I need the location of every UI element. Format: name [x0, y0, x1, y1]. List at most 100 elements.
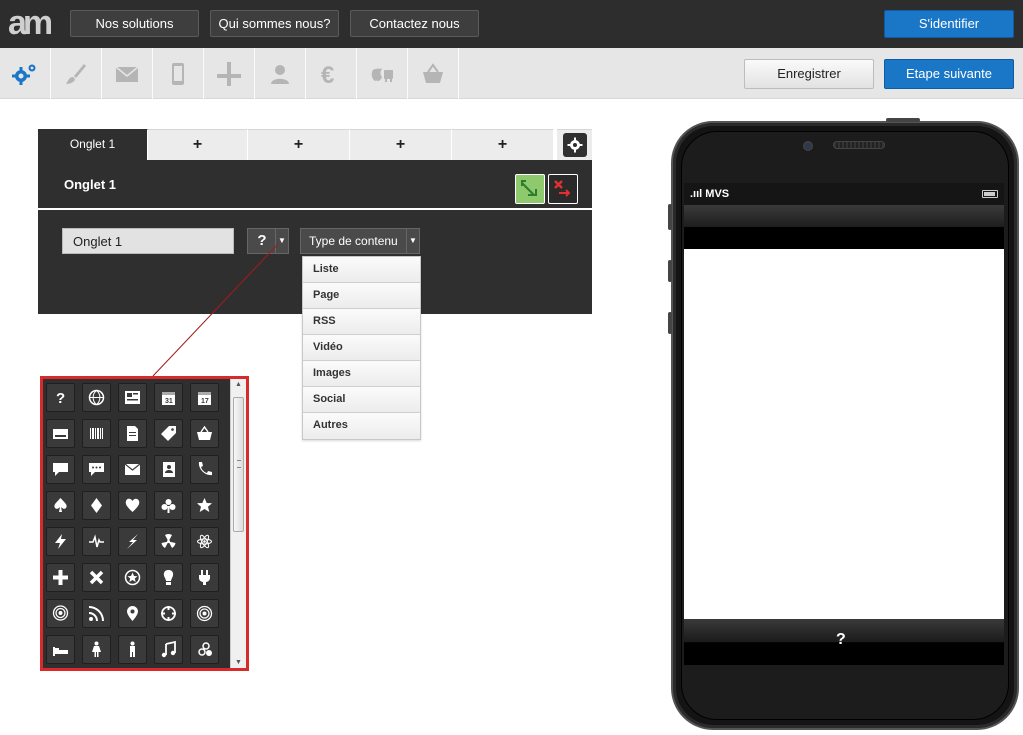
diamond-icon[interactable]: [82, 491, 111, 520]
svg-text:€: €: [321, 62, 334, 87]
star-circle-icon[interactable]: [118, 563, 147, 592]
menu-item-images[interactable]: Images: [303, 361, 420, 387]
bullseye-icon[interactable]: [190, 599, 219, 628]
man-icon[interactable]: [118, 635, 147, 664]
tab-editor-title: Onglet 1: [64, 177, 117, 192]
nav-about-button[interactable]: Qui sommes nous?: [210, 10, 339, 37]
battery-icon: [982, 190, 998, 198]
basket-icon[interactable]: [190, 419, 219, 448]
scroll-up-icon[interactable]: ▲: [235, 381, 242, 388]
radiation-icon[interactable]: [154, 527, 183, 556]
club-icon[interactable]: [154, 491, 183, 520]
heart-icon[interactable]: [118, 491, 147, 520]
phone-tab-bar: ?: [684, 619, 1004, 665]
menu-item-rss[interactable]: RSS: [303, 309, 420, 335]
content-type-menu: Liste Page RSS Vidéo Images Social Autre…: [302, 256, 421, 440]
woman-icon[interactable]: [82, 635, 111, 664]
bolt-icon[interactable]: [118, 527, 147, 556]
bulb-icon[interactable]: [154, 563, 183, 592]
question-icon[interactable]: ?: [836, 631, 846, 649]
pulse-icon[interactable]: [82, 527, 111, 556]
user-icon[interactable]: [255, 48, 306, 99]
calendar-17-icon[interactable]: 17: [190, 383, 219, 412]
icon-grid-scrollbar[interactable]: ▲ ▼: [230, 379, 246, 668]
tab-editor-header: Onglet 1: [38, 160, 592, 208]
globe-icon[interactable]: [82, 383, 111, 412]
tab-settings-button[interactable]: [557, 129, 592, 160]
tab-add-2[interactable]: +: [248, 129, 350, 160]
smartphone-icon[interactable]: [153, 48, 204, 99]
location-pin-icon[interactable]: [118, 599, 147, 628]
speech-bubble-icon[interactable]: [46, 455, 75, 484]
bed-icon[interactable]: [46, 635, 75, 664]
podcast-icon[interactable]: [46, 599, 75, 628]
gear-icon: [562, 133, 587, 157]
plug-icon[interactable]: [190, 563, 219, 592]
keyboard-icon[interactable]: [46, 419, 75, 448]
target-crosshair-icon[interactable]: [154, 599, 183, 628]
address-book-icon[interactable]: [154, 455, 183, 484]
document-icon[interactable]: [118, 419, 147, 448]
phone-side-button: [668, 204, 672, 230]
menu-item-liste[interactable]: Liste: [303, 257, 420, 283]
chat-dots-icon[interactable]: [82, 455, 111, 484]
phone-status-bar: .ııl MVS: [684, 183, 1004, 205]
tab-add-1[interactable]: +: [148, 129, 248, 160]
swap-arrows-button[interactable]: [515, 174, 545, 204]
menu-item-page[interactable]: Page: [303, 283, 420, 309]
calendar-31-icon[interactable]: 31: [154, 383, 183, 412]
next-step-button[interactable]: Etape suivante: [884, 59, 1014, 89]
tab-name-input[interactable]: [62, 228, 234, 254]
euro-icon[interactable]: €: [306, 48, 357, 99]
nav-solutions-button[interactable]: Nos solutions: [70, 10, 199, 37]
tag-icon[interactable]: [154, 419, 183, 448]
basket-icon[interactable]: [408, 48, 459, 99]
svg-text:am: am: [8, 8, 52, 40]
tab-onglet-1[interactable]: Onglet 1: [38, 129, 148, 160]
tab-add-4[interactable]: +: [452, 129, 554, 160]
apple-android-icon[interactable]: [357, 48, 408, 99]
chevron-down-icon: ▼: [275, 229, 288, 253]
register-button[interactable]: Enregistrer: [744, 59, 874, 89]
spade-icon[interactable]: [46, 491, 75, 520]
icon-picker-dropdown[interactable]: ? ▼: [247, 228, 289, 254]
envelope-icon[interactable]: [118, 455, 147, 484]
biohazard-icon[interactable]: [190, 635, 219, 664]
barcode-icon[interactable]: [82, 419, 111, 448]
logo[interactable]: am: [8, 4, 62, 42]
step-toolbar: € Enregistrer Etape suivante: [0, 48, 1023, 99]
phone-camera: [803, 141, 813, 151]
tab-bar: Onglet 1 + + + +: [38, 129, 592, 160]
phone-side-button: [668, 260, 672, 282]
signal-icon: .ııl: [690, 188, 706, 200]
carrier-label: MVS: [705, 188, 730, 200]
phone-screen: .ııl MVS ?: [684, 183, 1004, 665]
music-note-icon[interactable]: [154, 635, 183, 664]
envelope-icon[interactable]: [102, 48, 153, 99]
login-button[interactable]: S'identifier: [884, 10, 1014, 38]
menu-item-autres[interactable]: Autres: [303, 413, 420, 439]
plus-icon[interactable]: [46, 563, 75, 592]
rss-icon[interactable]: [82, 599, 111, 628]
cross-icon[interactable]: [82, 563, 111, 592]
star-icon[interactable]: [190, 491, 219, 520]
gears-icon[interactable]: [0, 48, 51, 99]
scrollbar-thumb[interactable]: [233, 397, 244, 532]
question-icon[interactable]: ?: [46, 383, 75, 412]
nav-contact-button[interactable]: Contactez nous: [350, 10, 479, 37]
lightning-icon[interactable]: [46, 527, 75, 556]
question-icon: ?: [257, 232, 267, 249]
menu-item-social[interactable]: Social: [303, 387, 420, 413]
news-icon[interactable]: [118, 383, 147, 412]
tab-add-3[interactable]: +: [350, 129, 452, 160]
delete-tab-button[interactable]: [548, 174, 578, 204]
scroll-down-icon[interactable]: ▼: [235, 659, 242, 666]
brush-icon[interactable]: [51, 48, 102, 99]
layout-cross-icon[interactable]: [204, 48, 255, 99]
atom-icon[interactable]: [190, 527, 219, 556]
phone-icon[interactable]: [190, 455, 219, 484]
menu-item-video[interactable]: Vidéo: [303, 335, 420, 361]
content-type-dropdown[interactable]: Type de contenu ▼: [300, 228, 420, 254]
delete-arrow-icon: [554, 180, 571, 197]
svg-text:?: ?: [56, 390, 65, 406]
